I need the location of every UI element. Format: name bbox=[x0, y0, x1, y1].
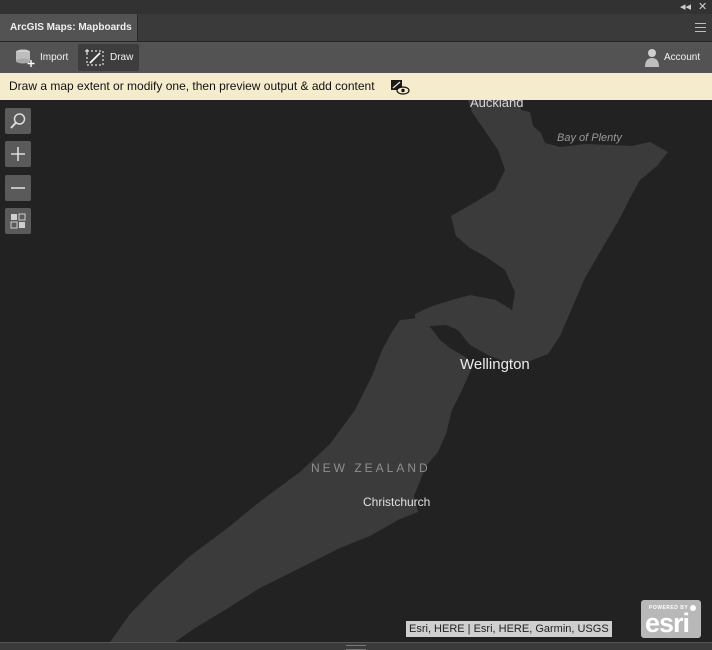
draw-button[interactable]: Draw bbox=[78, 44, 140, 71]
close-panel-icon[interactable]: ✕ bbox=[698, 0, 707, 14]
esri-logo-mark bbox=[690, 605, 696, 611]
preview-output-icon[interactable] bbox=[390, 79, 410, 95]
draw-extent-icon bbox=[85, 48, 104, 66]
map-label-wellington: Wellington bbox=[460, 356, 530, 373]
esri-badge[interactable]: POWERED BY esri bbox=[641, 600, 701, 638]
import-button[interactable]: Import bbox=[8, 44, 74, 71]
database-add-icon bbox=[16, 49, 35, 67]
resize-grip-icon[interactable] bbox=[346, 645, 366, 650]
instruction-banner: Draw a map extent or modify one, then pr… bbox=[0, 73, 712, 100]
import-label: Import bbox=[40, 52, 69, 63]
new-zealand-landmass bbox=[110, 100, 668, 642]
draw-label: Draw bbox=[110, 52, 134, 63]
panel-top-strip: ◂◂ ✕ bbox=[0, 0, 712, 14]
user-icon bbox=[645, 48, 659, 67]
zoom-out-button[interactable] bbox=[5, 175, 31, 201]
instruction-text: Draw a map extent or modify one, then pr… bbox=[9, 79, 375, 93]
zoom-search-button[interactable] bbox=[5, 108, 31, 134]
map-label-new-zealand: NEW ZEALAND bbox=[311, 461, 431, 475]
collapse-panel-icon[interactable]: ◂◂ bbox=[680, 0, 691, 14]
esri-logo-text: esri bbox=[645, 608, 690, 638]
tab-arcgis-mapboards[interactable]: ArcGIS Maps: Mapboards bbox=[0, 14, 138, 41]
basemap-grid-icon bbox=[10, 213, 26, 229]
tab-bar: ArcGIS Maps: Mapboards bbox=[0, 14, 712, 42]
toolbar: Import Draw Account bbox=[0, 42, 712, 73]
minus-icon bbox=[11, 187, 25, 189]
map-attribution: Esri, HERE | Esri, HERE, Garmin, USGS bbox=[406, 621, 612, 637]
map-label-bay-of-plenty: Bay of Plenty bbox=[557, 132, 622, 144]
panel-menu-icon[interactable] bbox=[695, 23, 706, 32]
map-label-christchurch: Christchurch bbox=[363, 495, 431, 509]
account-button[interactable]: Account bbox=[638, 44, 706, 71]
map-label-auckland: Auckland bbox=[470, 100, 524, 110]
plus-icon bbox=[11, 147, 25, 161]
zoom-in-button[interactable] bbox=[5, 141, 31, 167]
map-view[interactable]: Auckland Bay of Plenty Wellington NEW ZE… bbox=[0, 100, 712, 642]
panel-resize-bar[interactable] bbox=[0, 642, 712, 650]
search-icon bbox=[10, 113, 26, 129]
account-label: Account bbox=[664, 52, 701, 63]
basemap-gallery-button[interactable] bbox=[5, 208, 31, 234]
